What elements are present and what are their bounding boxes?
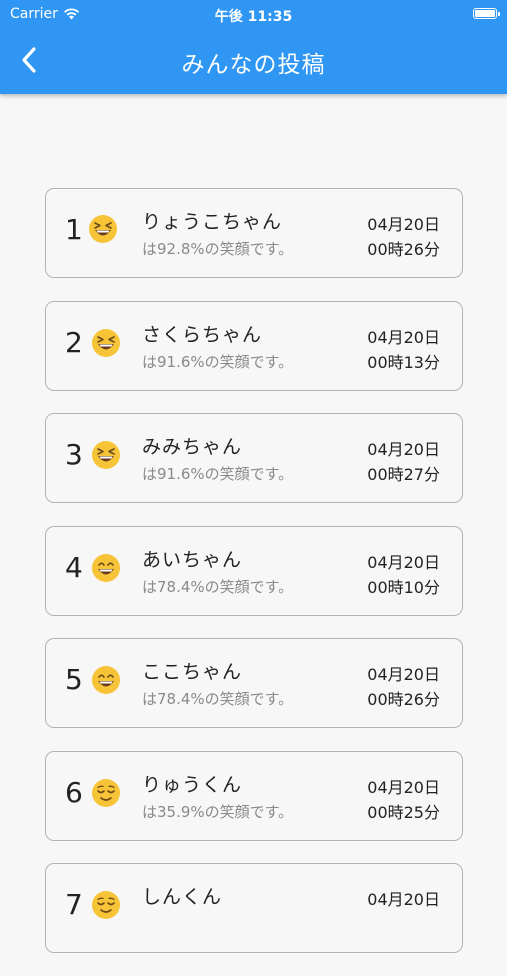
back-button[interactable] bbox=[14, 44, 44, 76]
post-card[interactable]: 1 りょうこちゃん は92.8%の笑顔です。 04月20日 00時26分 bbox=[45, 188, 463, 278]
rank-number: 4 bbox=[65, 550, 83, 584]
post-date: 04月20日 bbox=[367, 890, 440, 909]
post-time: 00時25分 bbox=[367, 802, 440, 822]
app-header: Carrier 午後 11:35 みんなの投稿 bbox=[0, 0, 507, 94]
post-card[interactable]: 3 みみちゃん は91.6%の笑顔です。 04月20日 00時27分 bbox=[45, 413, 463, 503]
post-date: 04月20日 bbox=[367, 440, 440, 459]
post-card[interactable]: 2 さくらちゃん は91.6%の笑顔です。 04月20日 00時13分 bbox=[45, 300, 463, 391]
laughing-face-icon bbox=[89, 215, 117, 243]
smile-score: は35.9%の笑顔です。 bbox=[142, 802, 294, 821]
post-date: 04月20日 bbox=[367, 777, 440, 797]
post-list: 1 りょうこちゃん は92.8%の笑顔です。 04月20日 00時26分 2 さ… bbox=[45, 188, 463, 976]
post-time: 00時10分 bbox=[367, 577, 440, 597]
smile-score: は78.4%の笑顔です。 bbox=[142, 577, 294, 596]
rank-number: 2 bbox=[65, 325, 83, 359]
post-time: 00時13分 bbox=[367, 352, 440, 372]
post-time: 00時27分 bbox=[367, 465, 440, 484]
poster-name: しんくん bbox=[142, 886, 223, 908]
post-date: 04月20日 bbox=[367, 552, 440, 572]
laughing-face-icon bbox=[92, 328, 120, 357]
rank-number: 5 bbox=[65, 663, 83, 696]
smile-score: は78.4%の笑顔です。 bbox=[142, 690, 294, 708]
post-card[interactable]: 4 あいちゃん は78.4%の笑顔です。 04月20日 00時10分 bbox=[45, 525, 463, 616]
page-title: みんなの投稿 bbox=[181, 52, 326, 78]
chevron-left-icon bbox=[22, 47, 36, 73]
relieved-face-icon bbox=[92, 778, 120, 807]
smile-score: は91.6%の笑顔です。 bbox=[142, 352, 294, 371]
poster-name: みみちゃん bbox=[142, 436, 243, 458]
rank-number: 6 bbox=[65, 775, 83, 809]
post-card[interactable]: 7 しんくん 04月20日 bbox=[45, 863, 463, 953]
status-time: 午後 11:35 bbox=[214, 9, 293, 25]
post-card[interactable]: 5 ここちゃん は78.4%の笑顔です。 04月20日 00時26分 bbox=[45, 638, 463, 728]
grinning-face-icon bbox=[92, 553, 120, 582]
grinning-face-icon bbox=[92, 666, 120, 694]
poster-name: ここちゃん bbox=[142, 661, 243, 683]
poster-name: さくらちゃん bbox=[142, 323, 263, 346]
post-date: 04月20日 bbox=[367, 327, 440, 347]
poster-name: あいちゃん bbox=[142, 548, 243, 571]
battery-icon bbox=[473, 8, 500, 19]
post-date: 04月20日 bbox=[367, 215, 440, 234]
smile-score: は91.6%の笑顔です。 bbox=[142, 465, 294, 483]
post-card[interactable]: 6 りゅうくん は35.9%の笑顔です。 04月20日 00時25分 bbox=[45, 750, 463, 841]
rank-number: 7 bbox=[65, 888, 83, 921]
poster-name: りゅうくん bbox=[142, 773, 243, 796]
relieved-face-icon bbox=[92, 891, 120, 919]
rank-number: 1 bbox=[65, 213, 83, 246]
rank-number: 3 bbox=[65, 438, 83, 471]
battery-level bbox=[475, 10, 495, 17]
poster-name: りょうこちゃん bbox=[142, 211, 283, 233]
status-bar: Carrier 午後 11:35 bbox=[0, 0, 507, 28]
post-time: 00時26分 bbox=[367, 240, 440, 259]
post-date: 04月20日 bbox=[367, 665, 440, 684]
post-time: 00時26分 bbox=[367, 690, 440, 709]
smile-score: は92.8%の笑顔です。 bbox=[142, 240, 294, 258]
laughing-face-icon bbox=[92, 441, 120, 469]
